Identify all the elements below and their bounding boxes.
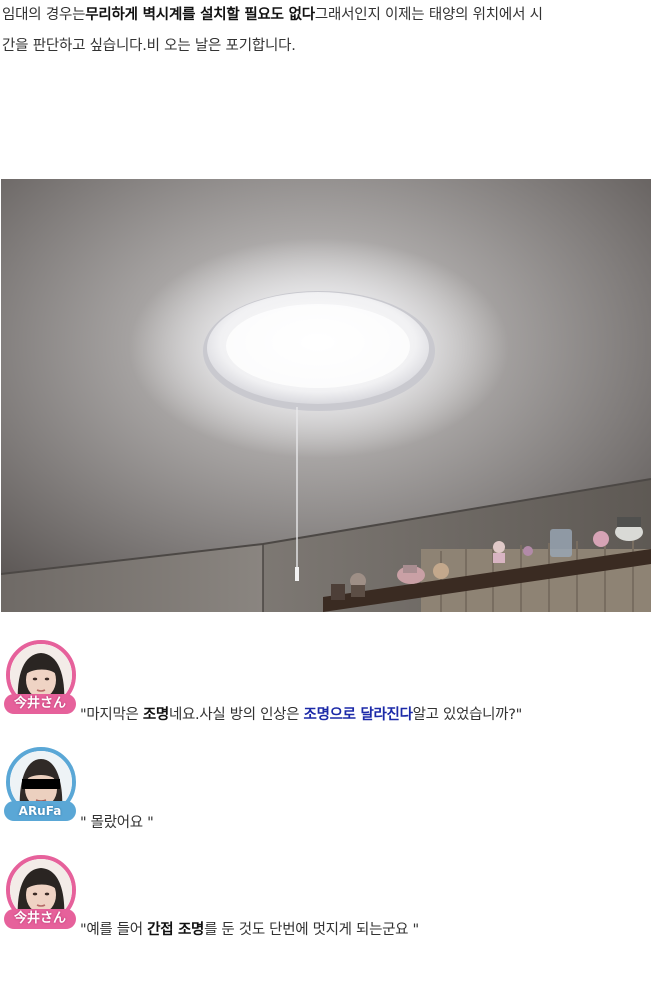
intro-paragraph: 임대의 경우는무리하게 벽시계를 설치할 필요도 없다그래서인지 이제는 태양의… xyxy=(2,0,650,62)
avatar-imai: 今井さん xyxy=(4,640,80,716)
censor-bar xyxy=(22,779,60,789)
avatar-arufa: ARuFa xyxy=(4,747,80,823)
pull-cord-handle xyxy=(295,567,299,581)
chat-row-3: 今井さん "예를 들어 간접 조명를 둔 것도 단번에 멋지게 되는군요 " xyxy=(4,855,649,945)
avatar-imai-2: 今井さん xyxy=(4,855,80,931)
chat-1-bold-a: 조명 xyxy=(142,707,169,723)
avatar-arufa-tag: ARuFa xyxy=(4,801,76,821)
chat-1-text-b: 네요.사실 방의 인상은 xyxy=(168,707,304,723)
chat-1-bold-b: 조명으로 달라진다 xyxy=(303,707,413,723)
chat-message-1: "마지막은 조명네요.사실 방의 인상은 조명으로 달라진다알고 있었습니까?" xyxy=(80,703,522,724)
ceiling-light-photo xyxy=(1,179,651,612)
room-photo-svg xyxy=(1,179,651,612)
chat-1-text-c: 알고 있었습니까?" xyxy=(412,707,523,723)
chat-row-2: ARuFa " 몰랐어요 " xyxy=(4,747,649,837)
intro-text-1a: 임대의 경우는 xyxy=(2,7,86,23)
chat-3-text-a: "예를 들어 xyxy=(80,922,148,938)
chat-row-1: 今井さん "마지막은 조명네요.사실 방의 인상은 조명으로 달라진다알고 있었… xyxy=(4,640,649,730)
avatar-imai-tag: 今井さん xyxy=(4,694,76,714)
chat-message-3: "예를 들어 간접 조명를 둔 것도 단번에 멋지게 되는군요 " xyxy=(80,918,419,939)
chat-1-text-a: "마지막은 xyxy=(80,707,143,723)
intro-text-1c: 그래서인지 이제는 태양의 위치에서 시 xyxy=(314,7,543,23)
lamp-center xyxy=(226,304,410,388)
intro-line-2: 간을 판단하고 싶습니다.비 오는 날은 포기합니다. xyxy=(2,38,296,54)
avatar-imai-2-tag: 今井さん xyxy=(4,909,76,929)
intro-line-1: 임대의 경우는무리하게 벽시계를 설치할 필요도 없다그래서인지 이제는 태양의… xyxy=(2,0,650,31)
chat-3-text-b: 를 둔 것도 단번에 멋지게 되는군요 " xyxy=(204,922,419,938)
chat-message-2: " 몰랐어요 " xyxy=(80,815,154,831)
chat-3-bold: 간접 조명 xyxy=(147,922,205,938)
intro-bold-text: 무리하게 벽시계를 설치할 필요도 없다 xyxy=(85,7,315,23)
